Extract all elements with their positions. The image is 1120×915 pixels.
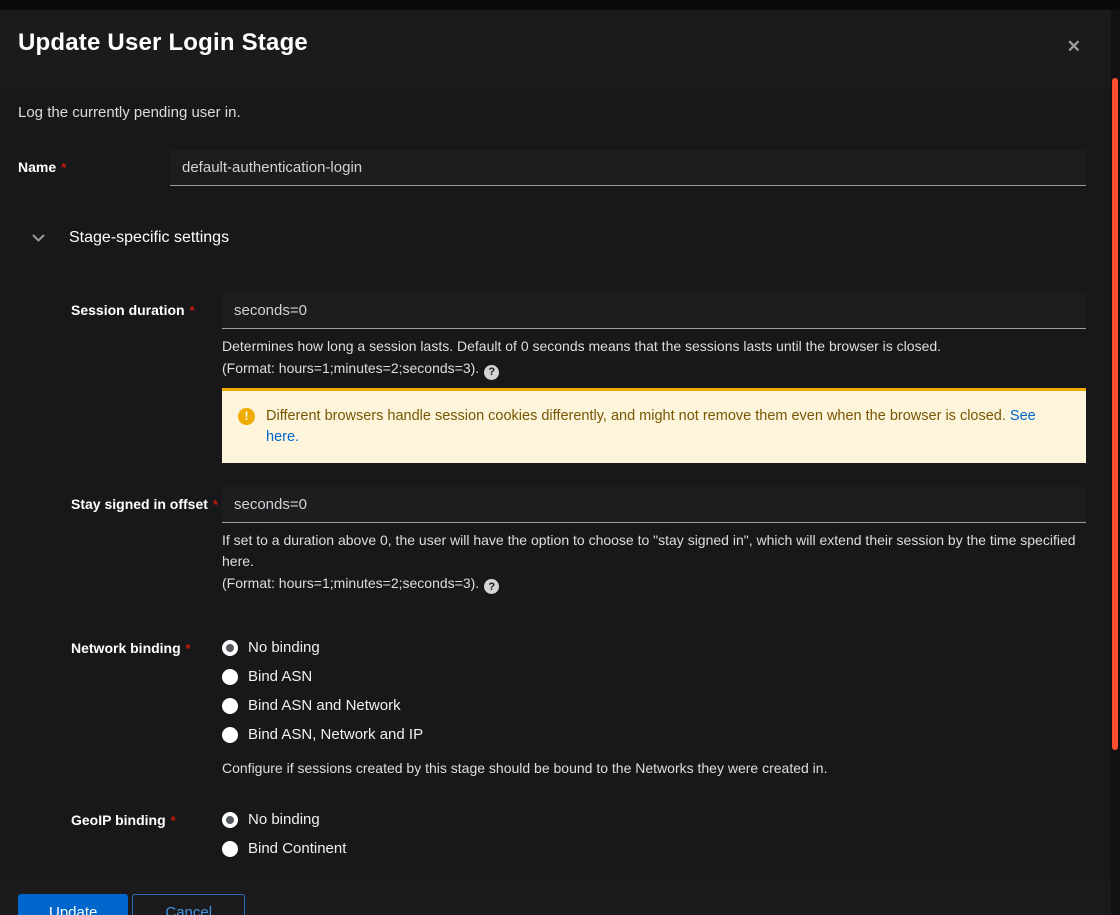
help-circle-icon[interactable]: ? [484,579,499,594]
session-duration-control-col: Determines how long a session lasts. Def… [222,293,1086,463]
stay-signed-in-help: If set to a duration above 0, the user w… [222,530,1086,572]
session-cookie-warning-alert: ! Different browsers handle session cook… [222,388,1086,463]
session-duration-label: Session duration* [71,302,195,318]
name-label: Name* [18,159,66,175]
stay-signed-in-offset-input[interactable] [222,487,1086,523]
geoip-binding-row: GeoIP binding* No binding Bind Continent [71,811,1086,869]
scrollbar-thumb[interactable] [1112,78,1118,750]
network-binding-options: No binding Bind ASN Bind ASN and Network [222,639,1086,779]
stay-signed-in-control-col: If set to a duration above 0, the user w… [222,487,1086,595]
backdrop-strip [0,0,1120,10]
modal-footer: Update Cancel [0,881,1111,915]
network-binding-label: Network binding* [71,640,191,656]
stage-specific-settings-toggle[interactable]: Stage-specific settings [18,228,1086,248]
radio-icon[interactable] [222,841,238,857]
radio-option-bind-continent[interactable]: Bind Continent [222,840,1086,858]
radio-icon[interactable] [222,727,238,743]
radio-option-geoip-no-binding[interactable]: No binding [222,811,1086,829]
required-asterisk: * [171,813,176,828]
session-duration-row: Session duration* Determines how long a … [71,293,1086,463]
modal-title: Update User Login Stage [18,28,1071,58]
chevron-down-icon [22,234,54,243]
name-label-col: Name* [18,150,170,186]
update-button[interactable]: Update [18,894,128,915]
stay-signed-in-label-col: Stay signed in offset* [71,487,222,595]
name-control-col [170,150,1086,186]
session-duration-label-col: Session duration* [71,293,222,463]
modal-header: Update User Login Stage ✕ [0,10,1111,88]
radio-option-bind-asn-network[interactable]: Bind ASN and Network [222,697,1086,715]
required-asterisk: * [186,641,191,656]
radio-option-bind-asn-network-ip[interactable]: Bind ASN, Network and IP [222,726,1086,744]
exclamation-circle-icon: ! [238,408,255,425]
network-binding-help: Configure if sessions created by this st… [222,758,1086,779]
name-field-row: Name* [18,150,1086,186]
stage-description: Log the currently pending user in. [18,104,1086,122]
modal-body: Log the currently pending user in. Name*… [0,88,1111,869]
geoip-binding-options: No binding Bind Continent [222,811,1086,869]
required-asterisk: * [61,160,66,175]
radio-option-bind-asn[interactable]: Bind ASN [222,668,1086,686]
update-user-login-stage-modal: Update User Login Stage ✕ Log the curren… [0,10,1111,915]
session-duration-help: Determines how long a session lasts. Def… [222,336,1086,357]
session-duration-format-help: (Format: hours=1;minutes=2;seconds=3).? [222,357,1086,380]
close-icon[interactable]: ✕ [1067,38,1081,55]
geoip-binding-label-col: GeoIP binding* [71,811,222,869]
scrollbar-track[interactable] [1111,10,1120,915]
required-asterisk: * [190,303,195,318]
network-binding-label-col: Network binding* [71,639,222,779]
radio-icon[interactable] [222,698,238,714]
alert-text: Different browsers handle session cookie… [266,406,1070,448]
stay-signed-in-offset-label: Stay signed in offset* [71,496,218,512]
stay-signed-in-offset-row: Stay signed in offset* If set to a durat… [71,487,1086,595]
radio-icon[interactable] [222,669,238,685]
name-input[interactable] [170,150,1086,186]
radio-selected-icon[interactable] [222,640,238,656]
geoip-binding-label: GeoIP binding* [71,812,176,828]
session-duration-input[interactable] [222,293,1086,329]
group-title: Stage-specific settings [69,228,229,248]
radio-option-no-binding[interactable]: No binding [222,639,1086,657]
cancel-button[interactable]: Cancel [132,894,245,915]
network-binding-row: Network binding* No binding Bind ASN [71,639,1086,779]
page: Update User Login Stage ✕ Log the curren… [0,0,1120,915]
help-circle-icon[interactable]: ? [484,365,499,380]
stage-specific-settings-content: Session duration* Determines how long a … [71,293,1086,869]
required-asterisk: * [213,497,218,512]
radio-selected-icon[interactable] [222,812,238,828]
stay-signed-in-format-help: (Format: hours=1;minutes=2;seconds=3).? [222,572,1086,595]
